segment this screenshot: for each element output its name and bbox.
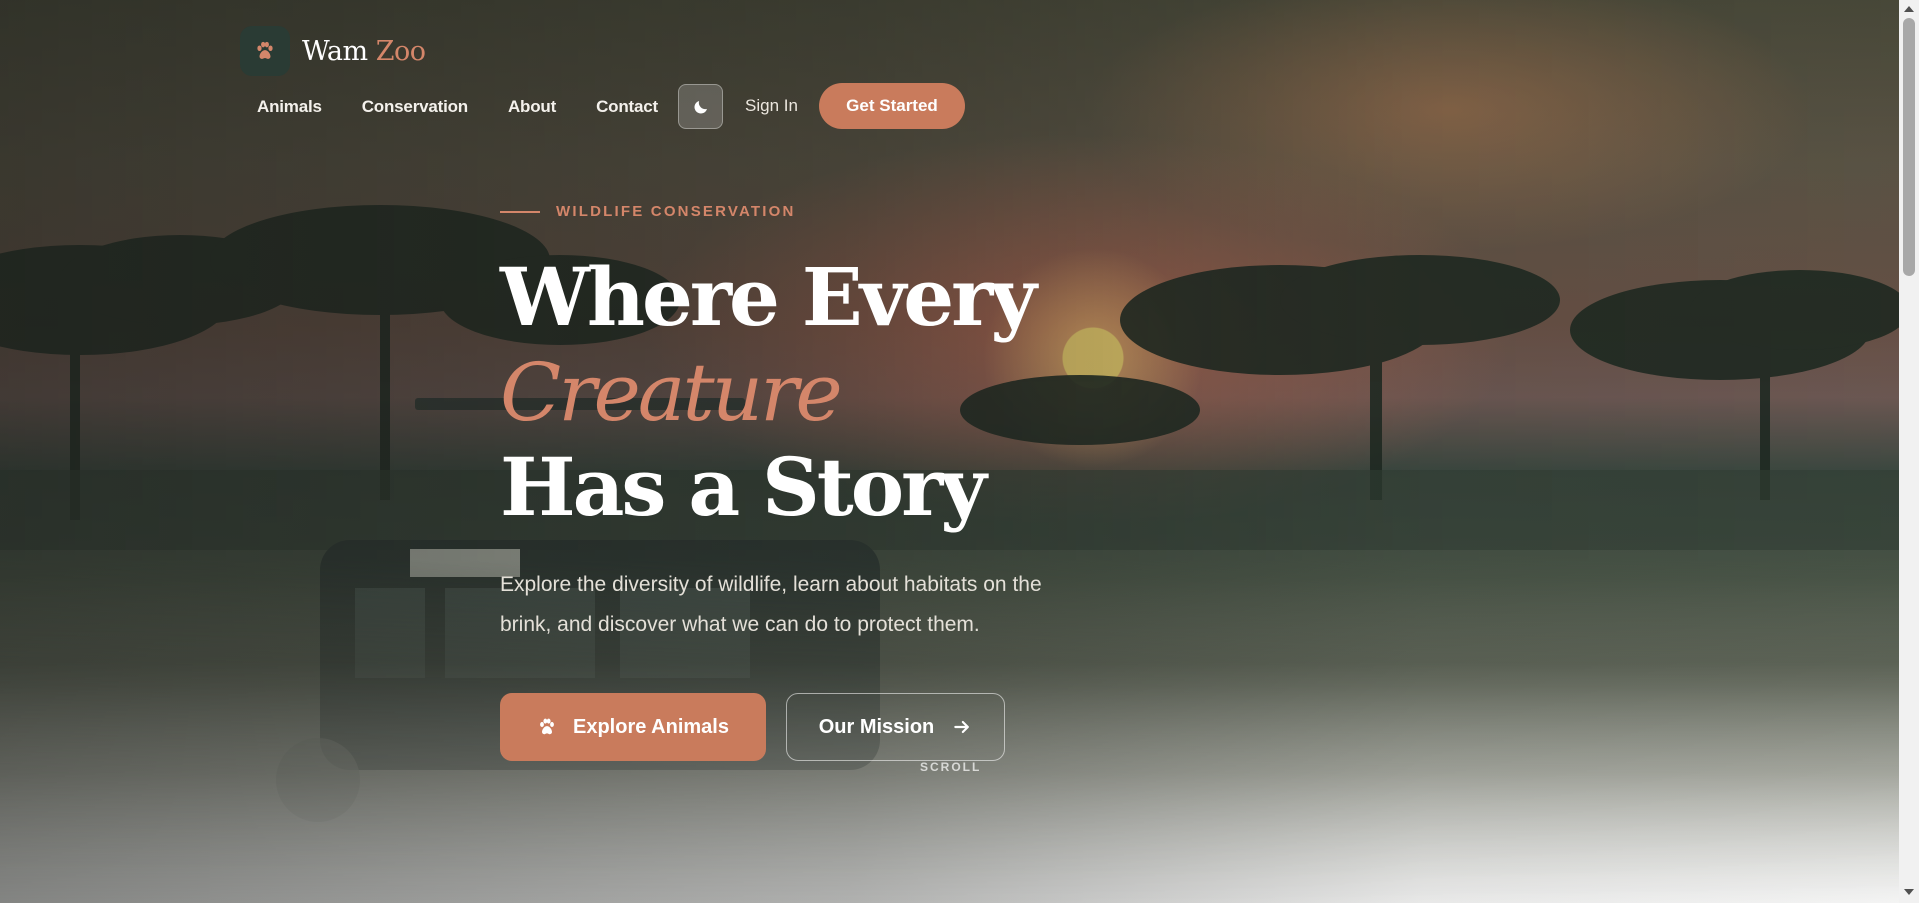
explore-animals-button[interactable]: Explore Animals <box>500 693 766 761</box>
explore-animals-label: Explore Animals <box>573 715 729 738</box>
scroll-up-icon[interactable] <box>1904 6 1914 12</box>
brand-name-accent: Zoo <box>375 35 426 67</box>
our-mission-button[interactable]: Our Mission <box>786 693 1005 761</box>
paw-icon <box>240 26 290 76</box>
headline-line-1: Where Every <box>500 250 1037 344</box>
theme-toggle-button[interactable] <box>678 84 723 129</box>
brand-logo[interactable]: Wam Zoo <box>240 26 426 76</box>
eyebrow-text: WILDLIFE CONSERVATION <box>556 203 796 220</box>
scrollbar-thumb[interactable] <box>1903 18 1915 276</box>
main-nav: Animals Conservation About Contact <box>257 84 698 130</box>
paw-icon <box>540 718 554 735</box>
nav-link-animals[interactable]: Animals <box>257 97 322 117</box>
nav-link-contact[interactable]: Contact <box>596 97 658 117</box>
eyebrow-line <box>500 210 540 213</box>
our-mission-label: Our Mission <box>818 715 935 738</box>
nav-link-about[interactable]: About <box>508 97 556 117</box>
hero-headline: Where Every Creature Has a Story <box>500 250 1037 535</box>
brand-name-main: Wam <box>302 35 368 67</box>
sign-in-link[interactable]: Sign In <box>745 96 798 116</box>
headline-line-3: Has a Story <box>500 440 987 534</box>
get-started-button[interactable]: Get Started <box>819 83 965 129</box>
hero-subtext: Explore the diversity of wildlife, learn… <box>500 573 1042 636</box>
arrow-right-icon <box>954 720 970 734</box>
scrollbar[interactable] <box>1899 0 1919 903</box>
nav-link-conservation[interactable]: Conservation <box>362 97 468 117</box>
headline-line-2: Creature <box>500 346 843 439</box>
scroll-indicator: SCROLL <box>920 760 982 774</box>
scroll-down-icon[interactable] <box>1904 889 1914 895</box>
moon-icon <box>693 100 707 114</box>
hero-eyebrow: WILDLIFE CONSERVATION <box>500 203 796 220</box>
brand-name: Wam Zoo <box>302 35 426 67</box>
